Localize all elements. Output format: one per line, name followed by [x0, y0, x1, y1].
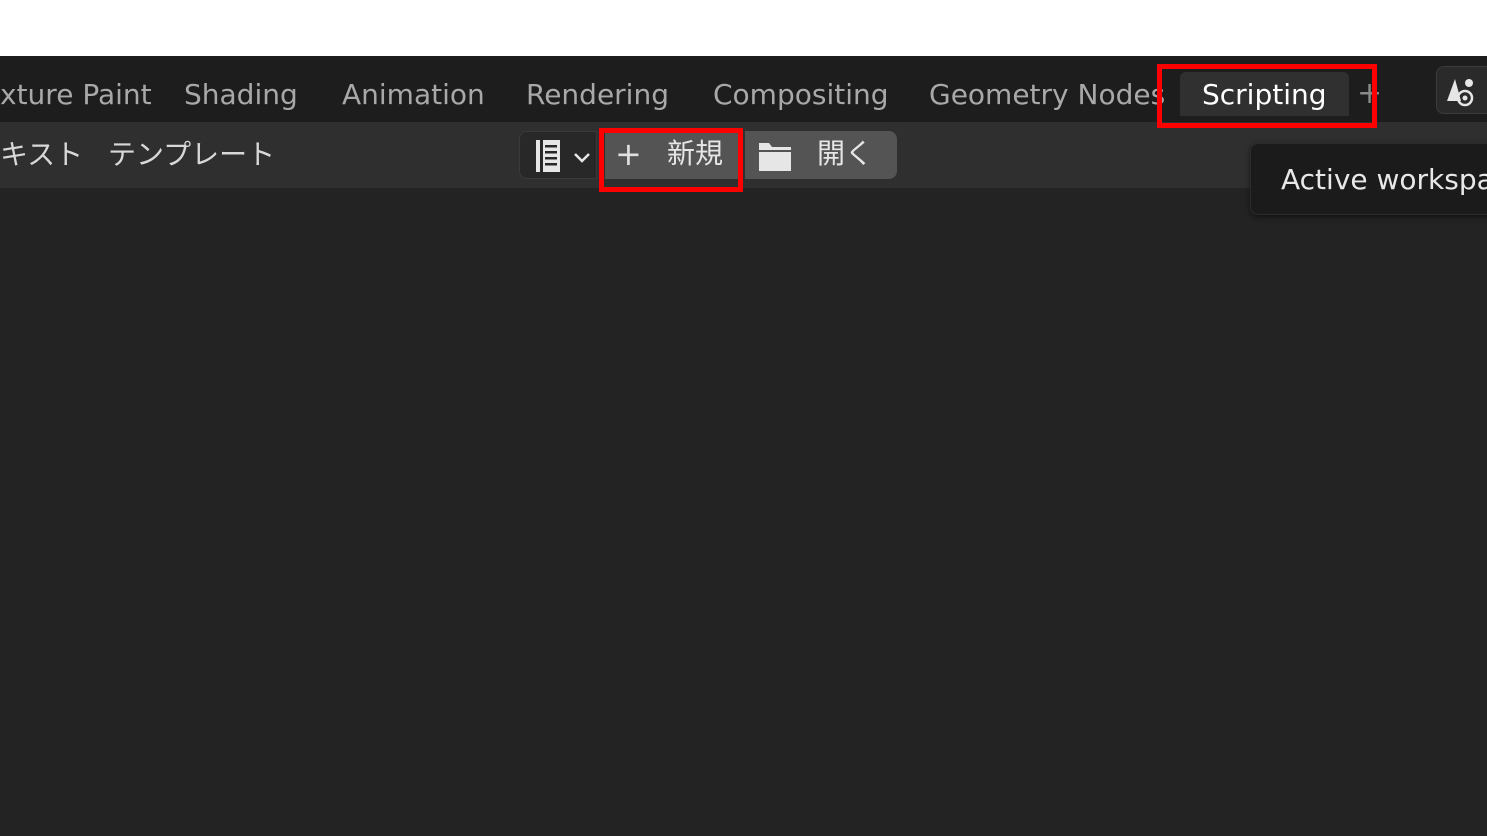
- workspace-tab-bar: xture Paint Shading Animation Rendering …: [0, 56, 1487, 122]
- tab-geometry-nodes[interactable]: Geometry Nodes: [929, 56, 1165, 122]
- scene-selector-button[interactable]: [1436, 66, 1487, 114]
- open-text-label: 開く: [817, 137, 874, 170]
- tab-texture-paint[interactable]: xture Paint: [0, 56, 152, 122]
- browse-text-button[interactable]: [519, 131, 597, 179]
- text-editor-area[interactable]: [0, 188, 1487, 836]
- menu-text[interactable]: キスト: [0, 122, 83, 188]
- chevron-down-icon: [574, 153, 590, 163]
- tab-rendering[interactable]: Rendering: [526, 56, 669, 122]
- workspace-tooltip: Active workspac: [1250, 143, 1487, 215]
- menu-templates[interactable]: テンプレート: [108, 122, 275, 188]
- text-document-icon: [536, 140, 560, 172]
- folder-icon: [759, 143, 791, 171]
- tab-animation[interactable]: Animation: [342, 56, 485, 122]
- open-text-button[interactable]: 開く: [745, 131, 897, 179]
- plus-icon: +: [615, 135, 642, 173]
- tab-compositing[interactable]: Compositing: [713, 56, 889, 122]
- new-text-label: 新規: [667, 137, 724, 170]
- add-workspace-button[interactable]: +: [1357, 74, 1382, 114]
- tooltip-text: Active workspac: [1281, 163, 1487, 196]
- tab-scripting[interactable]: Scripting: [1180, 72, 1349, 116]
- scene-icon: [1447, 79, 1474, 107]
- new-text-button[interactable]: + 新規: [605, 131, 741, 179]
- text-datablock-selector: + 新規 開く: [519, 131, 897, 179]
- tab-shading[interactable]: Shading: [184, 56, 298, 122]
